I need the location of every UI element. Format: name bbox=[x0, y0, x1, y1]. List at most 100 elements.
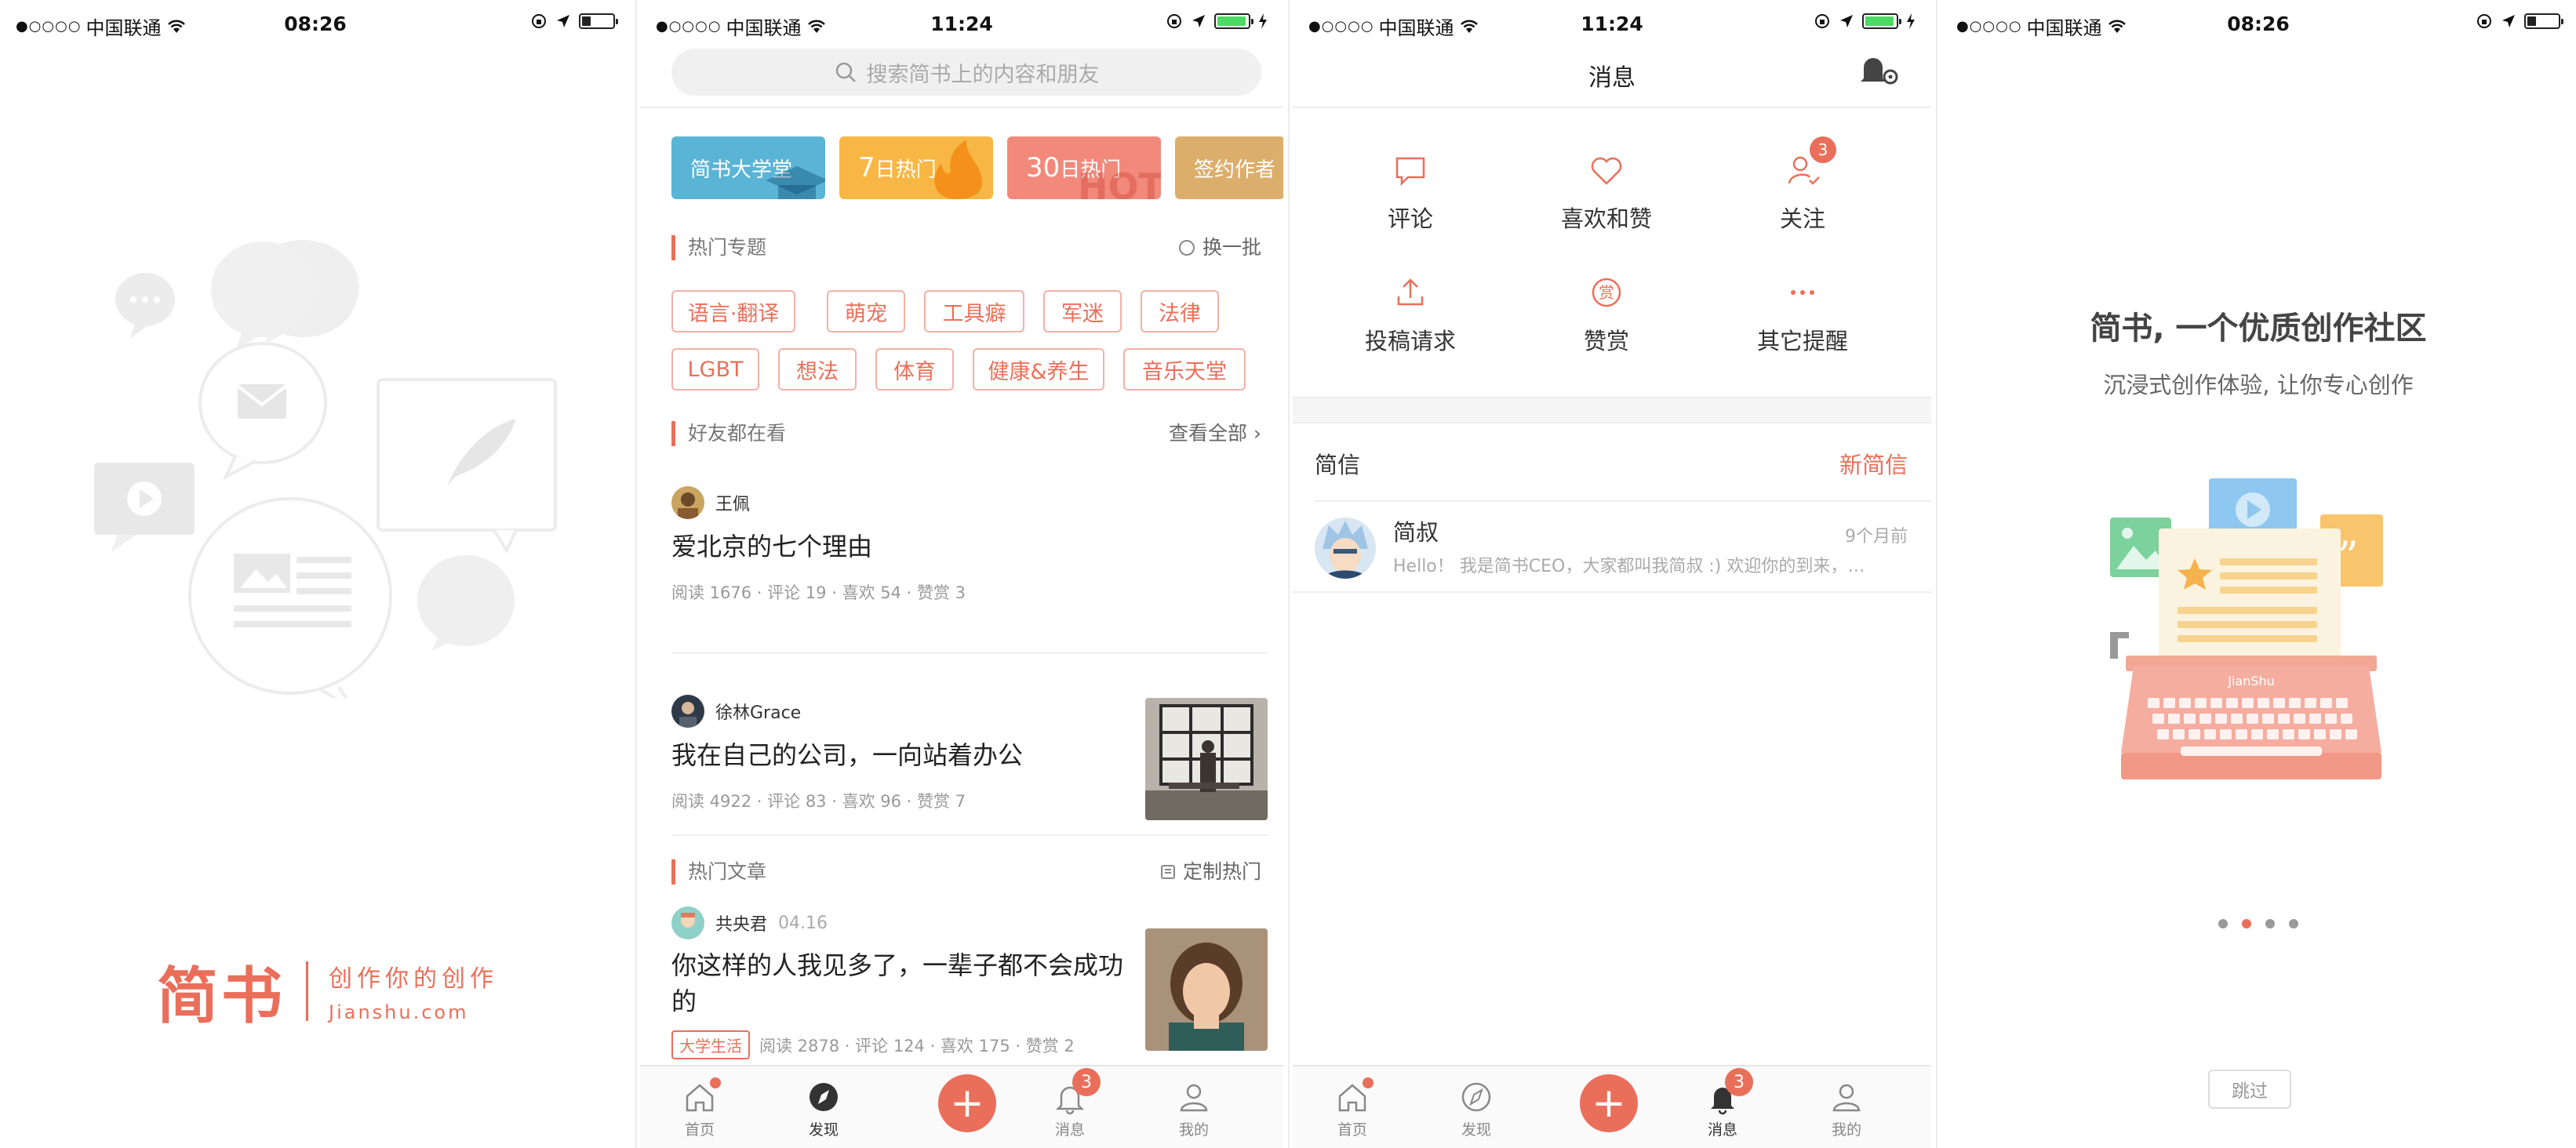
search-placeholder: 搜索简书上的内容和朋友 bbox=[866, 62, 1100, 87]
likes-entry[interactable]: 喜欢和赞 bbox=[1528, 151, 1685, 237]
typewriter-key bbox=[2168, 714, 2180, 724]
other-alerts-entry[interactable]: 其它提醒 bbox=[1724, 273, 1881, 359]
typewriter-key bbox=[2262, 714, 2274, 724]
customize-hot-button[interactable]: 定制热门 bbox=[1159, 859, 1261, 885]
write-button[interactable]: + bbox=[1580, 1074, 1638, 1132]
typewriter-label: JianShu bbox=[2227, 674, 2275, 688]
onboarding-title: 简书, 一个优质创作社区 bbox=[2090, 311, 2427, 347]
message-time: 9个月前 bbox=[1845, 527, 1908, 547]
tab-messages[interactable]: 3 消息 bbox=[1023, 1066, 1117, 1148]
tab-label: 发现 bbox=[1461, 1121, 1491, 1139]
tab-discover[interactable]: 发现 bbox=[777, 1066, 871, 1148]
follows-entry[interactable]: 3 关注 bbox=[1724, 136, 1881, 237]
entry-label: 其它提醒 bbox=[1756, 328, 1848, 354]
refresh-label: 换一批 bbox=[1202, 236, 1261, 259]
tab-messages[interactable]: 3 消息 bbox=[1675, 1066, 1770, 1148]
banner-jianshu-university[interactable]: 简书大学堂 bbox=[671, 136, 825, 199]
search-icon bbox=[835, 62, 856, 82]
message-badge: 3 bbox=[1725, 1068, 1753, 1096]
battery-icon bbox=[2524, 13, 2563, 29]
article-meta: 大学生活 阅读 2878 · 评论 124 · 喜欢 175 · 赞赏 2 bbox=[671, 1030, 1075, 1059]
typewriter-key bbox=[2341, 714, 2352, 724]
typewriter-key bbox=[2305, 698, 2316, 708]
divider bbox=[671, 834, 1268, 836]
location-icon bbox=[1192, 15, 1205, 27]
typewriter-key bbox=[2199, 714, 2211, 724]
graduation-cap-icon bbox=[766, 166, 825, 199]
typewriter-key bbox=[2309, 714, 2321, 724]
collection-tag[interactable]: 大学生活 bbox=[671, 1030, 750, 1059]
topic-tag[interactable]: 想法 bbox=[778, 348, 857, 391]
tab-home[interactable]: 首页 bbox=[1305, 1066, 1399, 1148]
article-thumbnail[interactable] bbox=[1145, 698, 1268, 820]
article-title-line: 你这样的人我见多了，一辈子都不会成功 bbox=[671, 950, 1124, 980]
compass-icon bbox=[1461, 1082, 1491, 1112]
tab-label: 首页 bbox=[1337, 1121, 1367, 1139]
banner-number: 30 bbox=[1026, 152, 1061, 183]
write-button[interactable]: + bbox=[938, 1074, 996, 1132]
topic-tag[interactable]: 工具癖 bbox=[924, 290, 1024, 332]
banner-30day-hot[interactable]: 30 日热门 HOT bbox=[1007, 136, 1161, 199]
entry-label: 投稿请求 bbox=[1364, 328, 1456, 354]
avatar bbox=[671, 906, 704, 939]
compass-icon bbox=[810, 1083, 838, 1111]
hot-articles-header: 热门文章 定制热门 bbox=[671, 859, 1261, 888]
topic-tag[interactable]: 法律 bbox=[1141, 290, 1219, 332]
tab-home[interactable]: 首页 bbox=[653, 1066, 747, 1148]
notification-dot bbox=[710, 1077, 721, 1088]
divider bbox=[640, 107, 1283, 108]
topic-tag[interactable]: 军迷 bbox=[1043, 290, 1122, 332]
topic-tag[interactable]: 语言·翻译 bbox=[671, 290, 795, 332]
notification-settings-icon[interactable] bbox=[1859, 53, 1901, 89]
tab-discover[interactable]: 发现 bbox=[1429, 1066, 1523, 1148]
rewards-entry[interactable]: 赏 赞赏 bbox=[1528, 273, 1685, 359]
charging-icon bbox=[1907, 13, 1915, 29]
typewriter-key bbox=[2278, 714, 2290, 724]
typewriter-key bbox=[2163, 698, 2175, 708]
banner-label: 签约作者 bbox=[1194, 158, 1276, 182]
typewriter-key bbox=[2242, 698, 2254, 708]
topic-tag[interactable]: 体育 bbox=[875, 348, 954, 391]
section-title: 好友都在看 bbox=[671, 421, 786, 446]
comment-icon bbox=[1395, 157, 1425, 187]
comments-entry[interactable]: 评论 bbox=[1332, 151, 1489, 237]
tab-mine[interactable]: 我的 bbox=[1799, 1066, 1894, 1148]
follow-badge: 3 bbox=[1810, 136, 1836, 163]
typewriter-key bbox=[2195, 698, 2207, 708]
article-author[interactable]: 共央君 04.16 bbox=[671, 906, 828, 939]
banner-7day-hot[interactable]: 7 日热门 bbox=[839, 136, 993, 199]
search-bar[interactable]: 搜索简书上的内容和朋友 bbox=[671, 49, 1261, 96]
typewriter-key bbox=[2148, 698, 2159, 708]
new-message-button[interactable]: 新简信 bbox=[1839, 447, 1908, 480]
topic-tag[interactable]: 萌宠 bbox=[827, 290, 905, 332]
article-title[interactable]: 我在自己的公司，一向站着办公 bbox=[671, 737, 1023, 773]
article-title[interactable]: 你这样的人我见多了，一辈子都不会成功 的 bbox=[671, 947, 1134, 1019]
flame-icon bbox=[934, 140, 983, 199]
view-all-link[interactable]: 查看全部 › bbox=[1169, 421, 1261, 446]
article-author[interactable]: 徐林Grace bbox=[671, 695, 801, 728]
article-title[interactable]: 爱北京的七个理由 bbox=[671, 529, 872, 565]
article-author[interactable]: 王佩 bbox=[671, 486, 750, 519]
hot-topics-header: 热门专题 换一批 bbox=[671, 235, 1261, 263]
topic-tag[interactable]: 健康&养生 bbox=[973, 348, 1104, 391]
typewriter-key bbox=[2152, 714, 2164, 724]
tab-mine[interactable]: 我的 bbox=[1147, 1066, 1241, 1148]
article-thumbnail[interactable] bbox=[1145, 928, 1268, 1051]
typewriter-key bbox=[2330, 729, 2341, 739]
location-icon bbox=[557, 15, 569, 27]
submission-requests-entry[interactable]: 投稿请求 bbox=[1332, 273, 1489, 359]
battery-icon bbox=[1862, 13, 1901, 29]
battery-icon bbox=[579, 13, 618, 29]
typewriter-key bbox=[2220, 729, 2232, 739]
notification-dot bbox=[1363, 1077, 1374, 1088]
typewriter-key bbox=[2273, 698, 2285, 708]
orientation-lock-icon bbox=[1167, 14, 1181, 28]
typewriter-key bbox=[2283, 729, 2294, 739]
direct-message-row[interactable]: 简叔 9个月前 Hello！ 我是简书CEO，大家都叫我简叔 :) 欢迎你的到来… bbox=[1315, 514, 1908, 585]
refresh-button[interactable]: 换一批 bbox=[1177, 235, 1261, 260]
typewriter-key bbox=[2345, 729, 2357, 739]
topic-tag[interactable]: 音乐天堂 bbox=[1123, 348, 1246, 391]
skip-button[interactable]: 跳过 bbox=[2208, 1070, 2291, 1109]
topic-tag[interactable]: LGBT bbox=[671, 348, 759, 391]
banner-signed-authors[interactable]: 签约作者 bbox=[1175, 136, 1283, 199]
